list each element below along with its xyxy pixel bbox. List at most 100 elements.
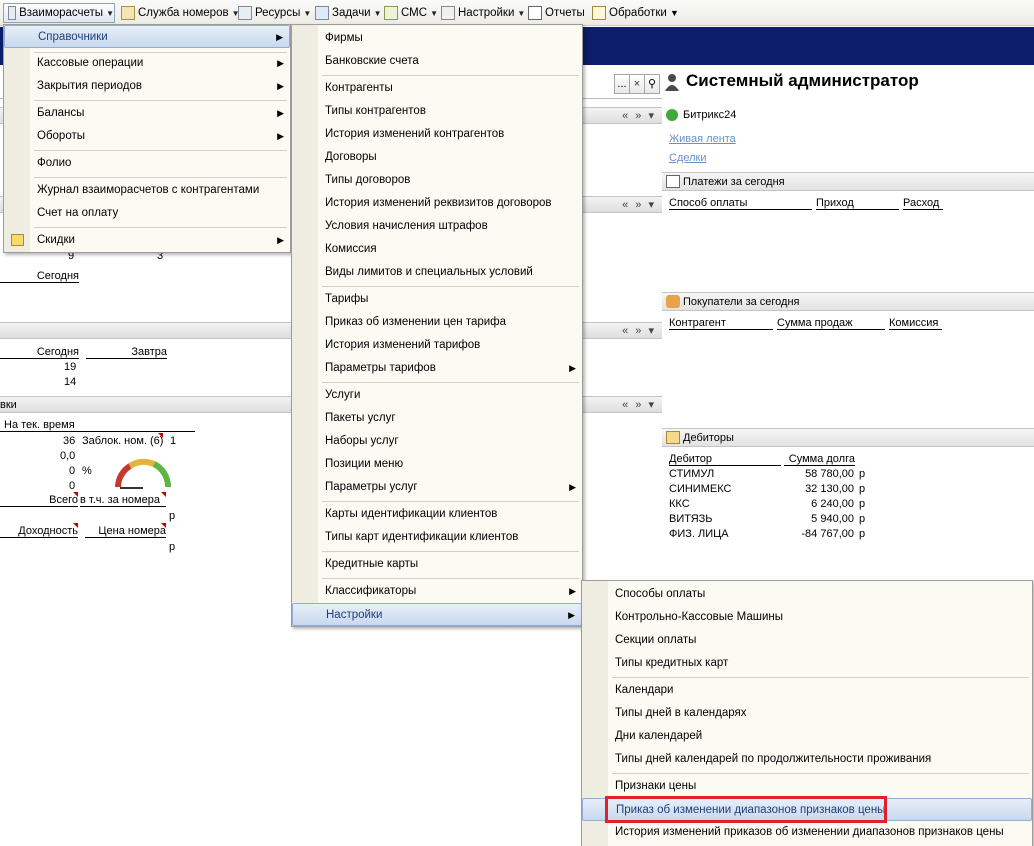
section-nav-icon[interactable]: « » ▾ <box>622 398 656 411</box>
menu-item-kassovye-operacii[interactable]: Кассовые операции ▶ <box>4 52 290 75</box>
menu-item-label: Классификаторы <box>325 585 417 597</box>
menu-item-price-attributes[interactable]: Признаки цены <box>582 775 1032 798</box>
menu-item-client-card-types[interactable]: Типы карт идентификации клиентов <box>292 526 582 549</box>
menu-item-zhurnal[interactable]: Журнал взаиморасчетов с контрагентами <box>4 179 290 202</box>
menu-obrabotki[interactable]: Обработки <box>592 3 667 23</box>
menu-item-label: Наборы услуг <box>325 435 399 447</box>
menu-item-tariff-history[interactable]: История изменений тарифов <box>292 334 582 357</box>
link-live-feed[interactable]: Живая лента <box>669 133 736 145</box>
menu-item-menu-positions[interactable]: Позиции меню <box>292 453 582 476</box>
menu-item-service-sets[interactable]: Наборы услуг <box>292 430 582 453</box>
chevron-down-icon: ▼ <box>373 8 382 18</box>
menu-item-balansy[interactable]: Балансы ▶ <box>4 102 290 125</box>
menu-vzaimoraschety-label: Взаиморасчеты <box>19 7 104 19</box>
today-label: Сегодня <box>0 270 79 283</box>
menu-item-oboroty[interactable]: Обороты ▶ <box>4 125 290 148</box>
room-price-label: Цена номера <box>85 525 166 538</box>
menu-sluzhba-nomerov[interactable]: Служба номеров ▼ <box>121 3 240 23</box>
menu-item-label: Виды лимитов и специальных условий <box>325 266 533 278</box>
col-tomorrow: Завтра <box>86 346 167 359</box>
menu-item-commission[interactable]: Комиссия <box>292 238 582 261</box>
menu-zadachi[interactable]: Задачи ▼ <box>315 3 382 23</box>
menu-item-zakrytiya-periodov[interactable]: Закрытия периодов ▶ <box>4 75 290 98</box>
menu-item-client-cards[interactable]: Карты идентификации клиентов <box>292 503 582 526</box>
menu-sms[interactable]: СМС ▼ <box>384 3 438 23</box>
menu-item-price-range-order-history[interactable]: История изменений приказов об изменении … <box>582 821 1032 844</box>
buyers-title: Покупатели за сегодня <box>683 296 800 308</box>
menu-item-contract-details-history[interactable]: История изменений реквизитов договоров <box>292 192 582 215</box>
menu-item-folio[interactable]: Фолио <box>4 152 290 175</box>
bitrix-title: Битрикс24 <box>683 109 737 121</box>
menu-sms-label: СМС <box>401 7 428 19</box>
section-title-partial: вки <box>0 399 17 411</box>
search-icon[interactable]: ⚲ <box>644 74 660 94</box>
menu-item-contract-types[interactable]: Типы договоров <box>292 169 582 192</box>
menu-item-label: Типы контрагентов <box>325 105 426 117</box>
menu-item-counterparty-history[interactable]: История изменений контрагентов <box>292 123 582 146</box>
menu-item-penalty-terms[interactable]: Условия начисления штрафов <box>292 215 582 238</box>
menu-item-tariff-price-order[interactable]: Приказ об изменении цен тарифа <box>292 311 582 334</box>
debtor-amount: -84 767,00 <box>801 528 854 540</box>
menu-item-calendars[interactable]: Календари <box>582 679 1032 702</box>
section-nav-icon[interactable]: « » ▾ <box>622 109 656 122</box>
menu-item-label: Контрагенты <box>325 82 393 94</box>
menu-item-label: История изменений тарифов <box>325 339 481 351</box>
submenu-arrow-icon: ▶ <box>569 482 576 492</box>
menu-zadachi-label: Задачи <box>332 7 371 19</box>
menu-vzaimoraschety[interactable]: Взаиморасчеты ▼ <box>3 3 115 23</box>
menu-item-day-types-by-stay[interactable]: Типы дней календарей по продолжительност… <box>582 748 1032 771</box>
clear-button[interactable]: × <box>629 74 645 94</box>
menu-item-payment-methods[interactable]: Способы оплаты <box>582 583 1032 606</box>
main-menubar: Взаиморасчеты ▼ Служба номеров ▼ Ресурсы… <box>0 0 1034 26</box>
more-chevron-icon[interactable]: ▼ <box>670 8 679 18</box>
menu-item-firmy[interactable]: Фирмы <box>292 27 582 50</box>
menu-item-label: Журнал взаиморасчетов с контрагентами <box>37 184 260 196</box>
menu-item-credit-cards[interactable]: Кредитные карты <box>292 553 582 576</box>
menu-item-calendar-days[interactable]: Дни календарей <box>582 725 1032 748</box>
menu-item-label: Календари <box>615 684 674 696</box>
menu-item-bank-accounts[interactable]: Банковские счета <box>292 50 582 73</box>
menu-item-payment-sections[interactable]: Секции оплаты <box>582 629 1032 652</box>
menu-separator <box>34 100 287 101</box>
submenu-arrow-icon: ▶ <box>276 32 283 42</box>
section-nav-icon[interactable]: « » ▾ <box>622 198 656 211</box>
value-19: 19 <box>64 361 77 373</box>
menu-item-tariffs[interactable]: Тарифы <box>292 288 582 311</box>
menu-item-service-params[interactable]: Параметры услуг ▶ <box>292 476 582 499</box>
menu-item-nastroiki[interactable]: Настройки ▶ <box>292 603 582 626</box>
menu-item-kontragenty[interactable]: Контрагенты <box>292 77 582 100</box>
menu-item-label: Фирмы <box>325 32 363 44</box>
section-nav-icon[interactable]: « » ▾ <box>622 324 656 337</box>
menu-resursy[interactable]: Ресурсы ▼ <box>238 3 311 23</box>
col-sales-sum: Сумма продаж <box>777 317 885 330</box>
menu-separator <box>612 773 1029 774</box>
menu-separator <box>34 227 287 228</box>
menu-item-contracts[interactable]: Договоры <box>292 146 582 169</box>
menu-item-service-packages[interactable]: Пакеты услуг <box>292 407 582 430</box>
menu-item-label: Обороты <box>37 130 85 142</box>
menu-nastroiki-label: Настройки <box>458 7 515 19</box>
menu-item-skidki[interactable]: Скидки ▶ <box>4 229 290 252</box>
chevron-down-icon: ▼ <box>517 8 526 18</box>
calculator-icon <box>8 6 17 20</box>
col-counterparty: Контрагент <box>669 317 773 330</box>
select-button[interactable]: ... <box>614 74 630 94</box>
menu-item-limit-types[interactable]: Виды лимитов и специальных условий <box>292 261 582 284</box>
col-debtor: Дебитор <box>669 453 781 466</box>
menu-item-cash-registers[interactable]: Контрольно-Кассовые Машины <box>582 606 1032 629</box>
menu-otchety[interactable]: Отчеты <box>528 3 585 23</box>
menu-resursy-label: Ресурсы <box>255 7 301 19</box>
menu-item-tariff-params[interactable]: Параметры тарифов ▶ <box>292 357 582 380</box>
menu-item-spravochniki[interactable]: Справочники ▶ <box>4 25 290 48</box>
link-deals[interactable]: Сделки <box>669 152 707 164</box>
menu-item-label: Фолио <box>37 157 72 169</box>
menu-item-calendar-day-types[interactable]: Типы дней в календарях <box>582 702 1032 725</box>
menu-item-counterparty-types[interactable]: Типы контрагентов <box>292 100 582 123</box>
chevron-down-icon: ▼ <box>106 8 114 18</box>
menu-item-classifiers[interactable]: Классификаторы ▶ <box>292 580 582 603</box>
submenu-arrow-icon: ▶ <box>277 235 284 245</box>
menu-nastroiki[interactable]: Настройки ▼ <box>441 3 525 23</box>
menu-item-schet-na-oplatu[interactable]: Счет на оплату <box>4 202 290 225</box>
menu-item-services[interactable]: Услуги <box>292 384 582 407</box>
menu-item-credit-card-types[interactable]: Типы кредитных карт <box>582 652 1032 675</box>
